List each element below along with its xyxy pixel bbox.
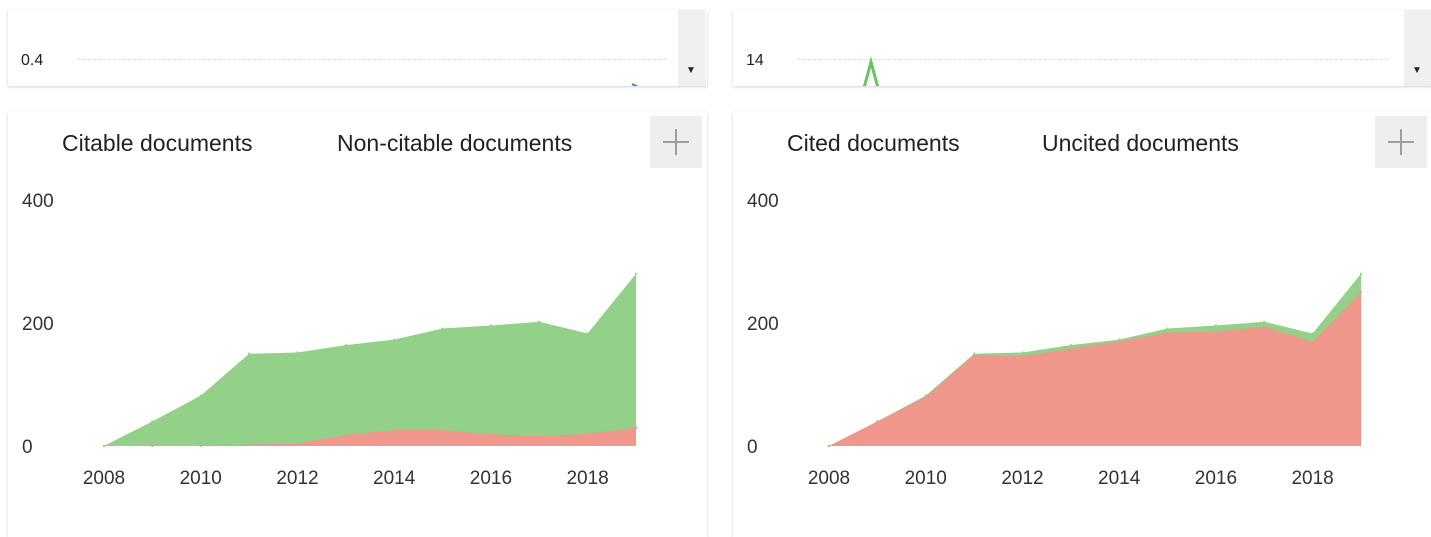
- data-point: [151, 420, 154, 423]
- data-point: [1263, 325, 1266, 328]
- area-uncited-documents: [829, 292, 1361, 446]
- data-point: [1359, 291, 1363, 294]
- data-point: [296, 442, 299, 445]
- x-tick-label: 2008: [83, 468, 125, 489]
- data-point: [1214, 330, 1218, 333]
- data-point: [924, 394, 927, 397]
- data-point: [296, 351, 299, 354]
- y-tick-label: 0: [22, 437, 33, 458]
- data-point: [972, 352, 976, 355]
- green-series-spike: [862, 56, 880, 86]
- dropdown-button[interactable]: ▼: [678, 10, 706, 86]
- data-point: [247, 352, 251, 355]
- data-point: [538, 434, 541, 438]
- data-point: [1359, 272, 1363, 275]
- data-point: [1311, 332, 1314, 335]
- citable-documents-chart-card: Citable documents Non-citable documents …: [8, 112, 707, 537]
- data-point: [538, 320, 541, 323]
- x-tick-label: 2018: [566, 468, 608, 489]
- data-point: [489, 324, 493, 327]
- data-point: [344, 433, 348, 437]
- data-point: [876, 420, 879, 423]
- data-point: [441, 327, 444, 330]
- partial-series-line: [862, 56, 880, 86]
- data-point: [1069, 347, 1073, 351]
- data-point: [151, 444, 154, 448]
- x-tick-label: 2008: [808, 468, 850, 489]
- x-tick-label: 2014: [1098, 468, 1141, 489]
- data-point: [392, 338, 396, 341]
- data-point: [441, 428, 444, 432]
- blue-series-stub: [631, 83, 639, 86]
- x-tick-label: 2016: [1195, 468, 1237, 489]
- x-tick-label: 2014: [373, 468, 416, 489]
- data-point: [344, 343, 348, 347]
- data-point: [1021, 351, 1024, 354]
- dropdown-button[interactable]: ▼: [1404, 10, 1431, 86]
- data-point: [1263, 320, 1266, 323]
- y-tick-label: 400: [22, 191, 54, 212]
- data-point: [1311, 340, 1314, 344]
- caret-down-icon: ▼: [1412, 65, 1422, 76]
- y-tick-label: 400: [747, 191, 779, 212]
- data-point: [1069, 343, 1073, 347]
- data-point: [489, 433, 493, 436]
- cited-documents-chart-card: Cited documents Uncited documents 0 200 40…: [733, 112, 1431, 537]
- area-citable-documents: [104, 273, 636, 446]
- data-point: [247, 443, 251, 446]
- data-point: [1166, 331, 1169, 335]
- data-point: [199, 394, 202, 397]
- data-point: [392, 428, 396, 432]
- data-point: [586, 332, 589, 335]
- data-point: [1214, 324, 1218, 327]
- x-tick-label: 2010: [905, 468, 947, 489]
- y-tick-label: 0: [747, 437, 758, 458]
- top-left-chart-card: 0.4 ▼: [8, 10, 707, 86]
- data-point: [199, 444, 202, 448]
- partial-series-line: [631, 83, 639, 86]
- x-tick-label: 2012: [1001, 468, 1043, 489]
- data-point: [586, 432, 589, 435]
- citable-chart-plot: 0 200 400 2008 2010 2012 2014 2016 2018: [22, 191, 638, 489]
- top-right-chart-card: 14 ▼: [733, 10, 1431, 86]
- y-tick-label: 200: [22, 314, 54, 335]
- data-point: [1021, 355, 1024, 358]
- y-tick-label: 200: [747, 314, 779, 335]
- data-point: [1166, 327, 1169, 330]
- x-tick-label: 2012: [276, 468, 318, 489]
- caret-down-icon: ▼: [686, 65, 696, 76]
- data-point: [1117, 338, 1121, 341]
- data-point: [634, 272, 638, 275]
- x-tick-label: 2016: [470, 468, 512, 489]
- data-point: [634, 426, 638, 429]
- x-tick-label: 2010: [180, 468, 222, 489]
- cited-chart-plot: 0 200 400 2008 2010 2012 2014 2016 2018: [747, 191, 1363, 489]
- data-point: [827, 444, 831, 448]
- x-tick-label: 2018: [1291, 468, 1333, 489]
- data-point: [102, 444, 106, 448]
